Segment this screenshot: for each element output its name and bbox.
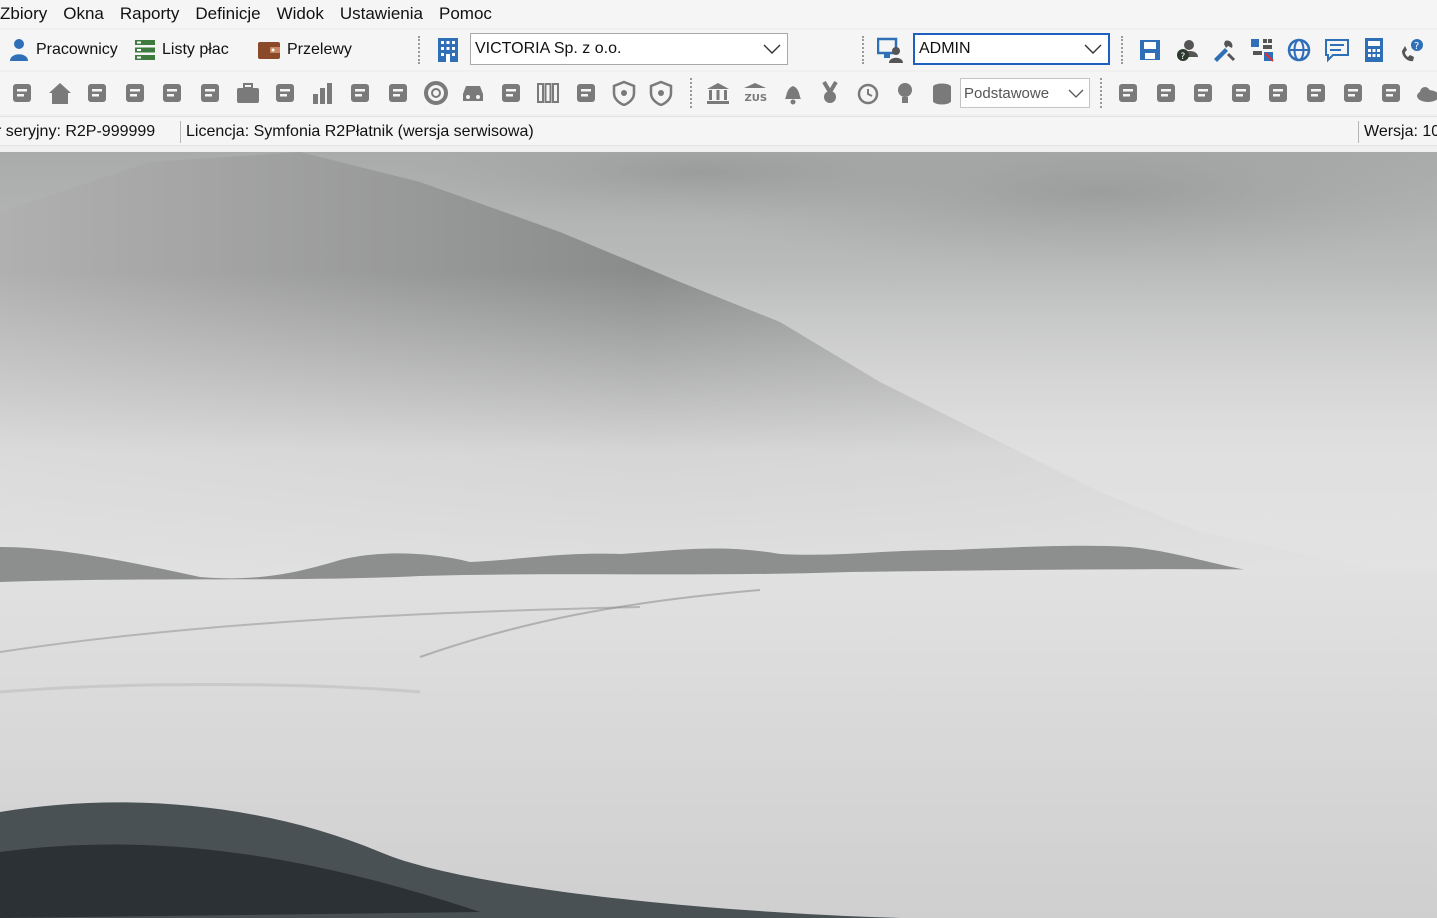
doc-building-icon[interactable]	[1264, 79, 1292, 107]
medal-icon[interactable]	[816, 79, 844, 107]
toolbar-separator	[1100, 78, 1103, 108]
transfers-label: Przelewy	[287, 41, 352, 58]
modules-toolbar: ZUS Podstawowe	[0, 72, 1437, 114]
payroll-label: Listy płac	[162, 41, 229, 58]
user-select[interactable]: ADMIN	[913, 33, 1110, 65]
svg-text:ZUS: ZUS	[745, 93, 768, 104]
license-info-bar: r seryjny: R2P-999999 Licencja: Symfonia…	[0, 116, 1437, 146]
help-phone-icon[interactable]: ?	[1398, 36, 1426, 64]
globe-icon[interactable]	[1285, 36, 1313, 64]
serial-number-text: r seryjny: R2P-999999	[0, 123, 156, 140]
id-card-icon[interactable]	[8, 79, 36, 107]
wallet-icon	[258, 42, 280, 59]
wheelchair-icon[interactable]	[384, 79, 412, 107]
lifebuoy-icon[interactable]	[422, 79, 450, 107]
shield-icon[interactable]	[610, 79, 638, 107]
home-icon[interactable]	[46, 79, 74, 107]
columns-icon[interactable]	[534, 79, 562, 107]
chat-icon[interactable]	[1323, 36, 1351, 64]
company-select-value: VICTORIA Sp. z o.o.	[475, 40, 622, 57]
badge-icon[interactable]	[647, 79, 675, 107]
info-people-icon[interactable]: ?	[1173, 36, 1201, 64]
cloud-icon[interactable]	[1414, 79, 1437, 107]
menu-okna[interactable]: Okna	[55, 0, 112, 28]
doc-person-icon[interactable]	[1152, 79, 1180, 107]
toolbar-separator	[1121, 36, 1124, 64]
user-monitor-icon[interactable]	[876, 36, 904, 64]
toolbar-separator	[418, 36, 421, 64]
cycle-icon[interactable]	[572, 79, 600, 107]
card-icon[interactable]	[83, 79, 111, 107]
toolbar-separator	[690, 78, 693, 108]
menu-widok[interactable]: Widok	[269, 0, 332, 28]
license-text: Licencja: Symfonia R2Płatnik (wersja ser…	[186, 123, 534, 140]
calculator-icon[interactable]	[1360, 36, 1388, 64]
syringe-icon[interactable]	[271, 79, 299, 107]
chevron-down-icon[interactable]	[757, 34, 787, 64]
menu-zbiory[interactable]: Zbiory	[0, 0, 55, 28]
bank-icon[interactable]	[704, 79, 732, 107]
company-icon[interactable]	[434, 36, 462, 64]
pig-icon[interactable]	[1114, 79, 1142, 107]
zus-icon[interactable]: ZUS	[741, 79, 769, 107]
main-toolbar: Pracownicy Listy płac Przelewy VICTORIA …	[0, 30, 1437, 70]
list-icon	[135, 40, 155, 60]
chevron-down-icon[interactable]	[1078, 35, 1108, 63]
doc-edit-icon[interactable]	[1189, 79, 1217, 107]
coins-icon[interactable]	[928, 79, 956, 107]
user-select-value: ADMIN	[919, 40, 971, 57]
svg-text:?: ?	[1414, 41, 1419, 52]
menu-pomoc[interactable]: Pomoc	[431, 0, 500, 28]
svg-text:?: ?	[1181, 52, 1186, 62]
version-text: Wersja: 10	[1364, 123, 1437, 140]
mode-select-value: Podstawowe	[964, 84, 1050, 102]
person-icon	[10, 39, 28, 61]
bulb-icon[interactable]	[891, 79, 919, 107]
desktop-wallpaper	[0, 152, 1437, 918]
employees-label: Pracownicy	[36, 41, 118, 58]
employees-button[interactable]: Pracownicy	[8, 36, 118, 64]
briefcase-icon[interactable]	[234, 79, 262, 107]
tools-icon[interactable]	[1210, 36, 1238, 64]
menu-raporty[interactable]: Raporty	[112, 0, 188, 28]
mode-select[interactable]: Podstawowe	[960, 78, 1090, 108]
car-icon[interactable]	[459, 79, 487, 107]
doc-list-icon[interactable]	[1302, 79, 1330, 107]
footprints-icon[interactable]	[497, 79, 525, 107]
payroll-button[interactable]: Listy płac	[134, 36, 229, 64]
menu-bar: Zbiory Okna Raporty Definicje Widok Usta…	[0, 0, 1437, 28]
company-select[interactable]: VICTORIA Sp. z o.o.	[470, 33, 788, 65]
bar-chart-icon[interactable]	[309, 79, 337, 107]
doc-edit2-icon[interactable]	[1227, 79, 1255, 107]
doc-gear-icon[interactable]	[1377, 79, 1405, 107]
graduation-icon[interactable]	[158, 79, 186, 107]
foggy-mountain-landscape	[0, 152, 1437, 918]
toolbar-separator	[862, 36, 865, 64]
people-icon[interactable]	[121, 79, 149, 107]
doc-money-icon[interactable]	[1339, 79, 1367, 107]
info-divider	[180, 121, 181, 143]
menu-ustawienia[interactable]: Ustawienia	[332, 0, 431, 28]
transfers-button[interactable]: Przelewy	[257, 36, 352, 64]
bell-icon[interactable]	[779, 79, 807, 107]
save-icon[interactable]	[1136, 36, 1164, 64]
transfer-icon[interactable]	[1248, 36, 1276, 64]
info-divider	[1358, 121, 1359, 143]
chevron-down-icon[interactable]	[1063, 89, 1089, 98]
flask-icon[interactable]	[196, 79, 224, 107]
menu-definicje[interactable]: Definicje	[187, 0, 268, 28]
alarm-icon[interactable]	[854, 79, 882, 107]
door-icon[interactable]	[346, 79, 374, 107]
